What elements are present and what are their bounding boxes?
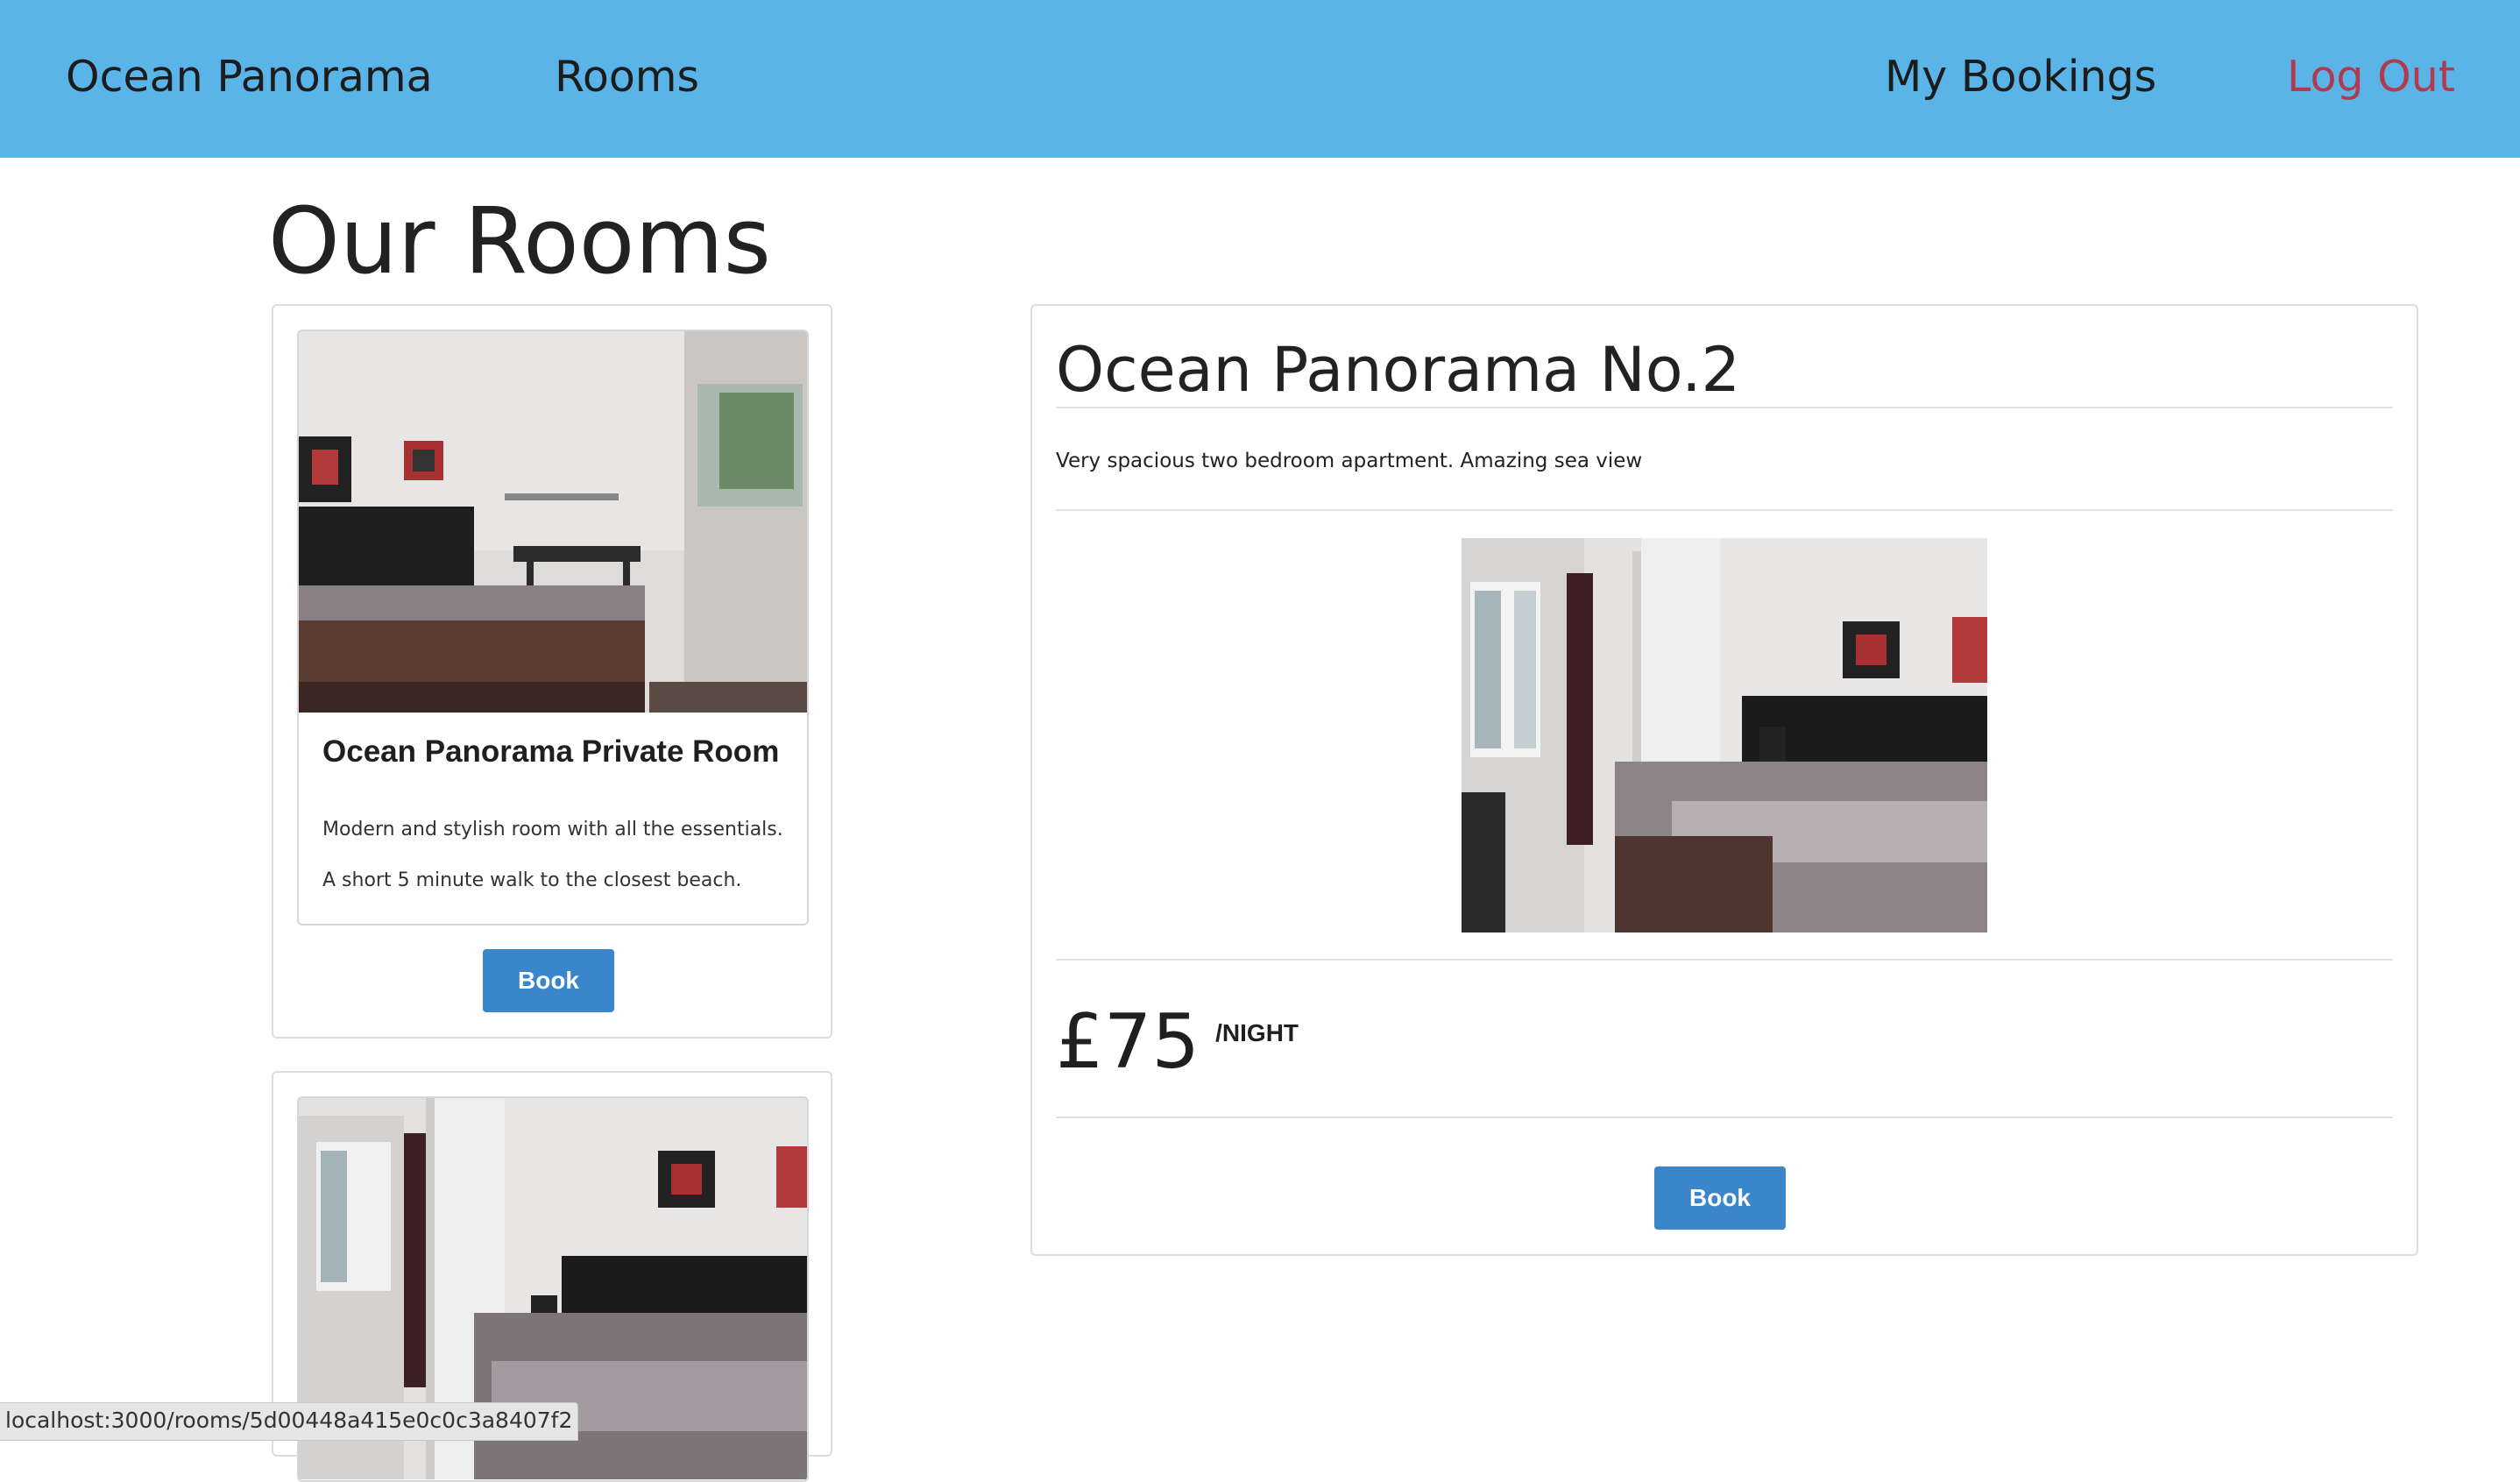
nav-logout-link[interactable]: Log Out: [2287, 51, 2455, 103]
room-card-body: Ocean Panorama Private Room Modern and s…: [297, 330, 809, 925]
divider: [1056, 1117, 2393, 1118]
book-button[interactable]: Book: [483, 949, 614, 1012]
room-detail-title: Ocean Panorama No.2: [1056, 334, 1741, 406]
navbar: Ocean Panorama Rooms My Bookings Log Out: [0, 0, 2520, 158]
nav-brand-link[interactable]: Ocean Panorama: [66, 51, 433, 103]
divider: [1056, 959, 2393, 961]
nav-my-bookings-link[interactable]: My Bookings: [1885, 51, 2156, 103]
room-card: Ocean Panorama Private Room Modern and s…: [272, 304, 832, 1039]
room-detail-description: Very spacious two bedroom apartment. Ama…: [1056, 450, 1643, 472]
nav-rooms-link[interactable]: Rooms: [555, 51, 699, 103]
price: £75/NIGHT: [1056, 998, 1299, 1086]
room-card: [272, 1071, 832, 1482]
status-bar-url: localhost:3000/rooms/5d00448a415e0c0c3a8…: [0, 1402, 579, 1441]
price-amount: £75: [1056, 998, 1200, 1086]
divider: [1056, 407, 2393, 408]
room-detail-panel: Ocean Panorama No.2 Very spacious two be…: [1030, 304, 2418, 1256]
page-title: Our Rooms: [268, 188, 771, 294]
room-detail-photo: [1462, 538, 1987, 932]
room-photo[interactable]: [299, 331, 807, 713]
book-button[interactable]: Book: [1654, 1166, 1786, 1230]
room-description: Modern and stylish room with all the ess…: [322, 819, 783, 891]
divider: [1056, 509, 2393, 511]
room-name: Ocean Panorama Private Room: [322, 734, 780, 769]
price-unit: /NIGHT: [1215, 1019, 1299, 1046]
